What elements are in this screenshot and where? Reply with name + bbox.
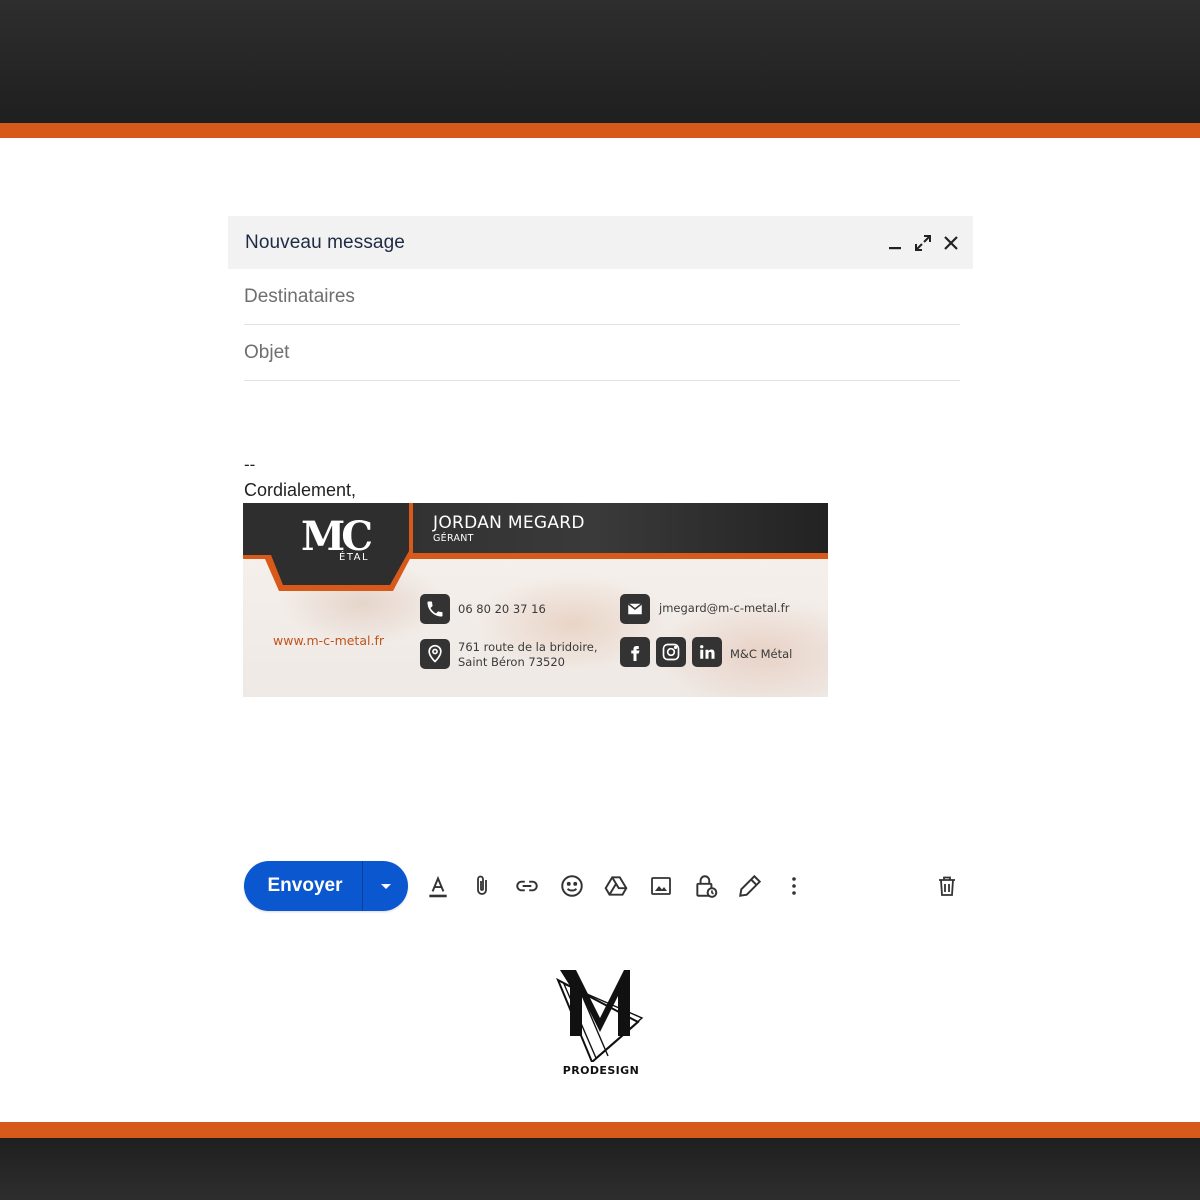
top-orange-stripe xyxy=(0,123,1200,138)
minimize-icon[interactable] xyxy=(885,233,905,253)
text-format-icon[interactable] xyxy=(424,872,452,900)
schedule-send-dropdown[interactable] xyxy=(363,861,408,911)
recipients-input[interactable] xyxy=(244,285,960,308)
signature-separator: -- xyxy=(244,455,256,474)
close-icon[interactable] xyxy=(941,233,961,253)
signature-social-name: M&C Métal xyxy=(730,647,793,661)
confidential-mode-icon[interactable] xyxy=(692,872,720,900)
compose-window-controls xyxy=(885,233,961,253)
mail-icon xyxy=(620,594,650,624)
phone-icon xyxy=(420,594,450,624)
subject-field[interactable] xyxy=(244,325,960,381)
expand-icon[interactable] xyxy=(913,233,933,253)
bottom-dark-band xyxy=(0,1138,1200,1200)
recipients-field[interactable] xyxy=(244,269,960,325)
compose-title: Nouveau message xyxy=(245,231,405,253)
signature-email[interactable]: jmegard@m-c-metal.fr xyxy=(659,601,789,616)
signature-pen-icon[interactable] xyxy=(736,872,764,900)
brand-name: PRODESIGN xyxy=(562,1064,640,1077)
compose-header: Nouveau message xyxy=(228,216,973,269)
linkedin-icon[interactable] xyxy=(692,637,722,667)
drive-icon[interactable] xyxy=(602,872,630,900)
more-options-icon[interactable] xyxy=(780,872,808,900)
signature-phone[interactable]: 06 80 20 37 16 xyxy=(458,602,546,617)
top-dark-band xyxy=(0,0,1200,123)
link-icon[interactable] xyxy=(513,872,541,900)
company-logo: MC xyxy=(301,513,373,560)
signature-address-line1: 761 route de la bridoire, xyxy=(458,640,598,654)
emoji-icon[interactable] xyxy=(558,872,586,900)
company-logo-subtext: ÉTAL xyxy=(339,552,370,563)
attach-icon[interactable] xyxy=(468,872,496,900)
prodesign-logo-icon xyxy=(556,970,644,1062)
email-signature-card: MC ÉTAL JORDAN MEGARD GÉRANT www.m-c-met… xyxy=(243,503,828,697)
signature-name: JORDAN MEGARD xyxy=(433,513,585,533)
signature-role: GÉRANT xyxy=(433,533,474,544)
caret-down-icon xyxy=(380,884,391,889)
bottom-orange-stripe xyxy=(0,1122,1200,1138)
send-button[interactable]: Envoyer xyxy=(244,861,362,911)
greeting-text: Cordialement, xyxy=(244,480,357,500)
location-icon xyxy=(420,639,450,669)
signature-address-line2: Saint Béron 73520 xyxy=(458,655,565,669)
send-button-group: Envoyer xyxy=(244,861,408,911)
facebook-icon[interactable] xyxy=(620,637,650,667)
signature-website[interactable]: www.m-c-metal.fr xyxy=(273,633,384,648)
photo-icon[interactable] xyxy=(647,872,675,900)
instagram-icon[interactable] xyxy=(656,637,686,667)
trash-icon[interactable] xyxy=(933,872,961,900)
subject-input[interactable] xyxy=(244,341,960,364)
